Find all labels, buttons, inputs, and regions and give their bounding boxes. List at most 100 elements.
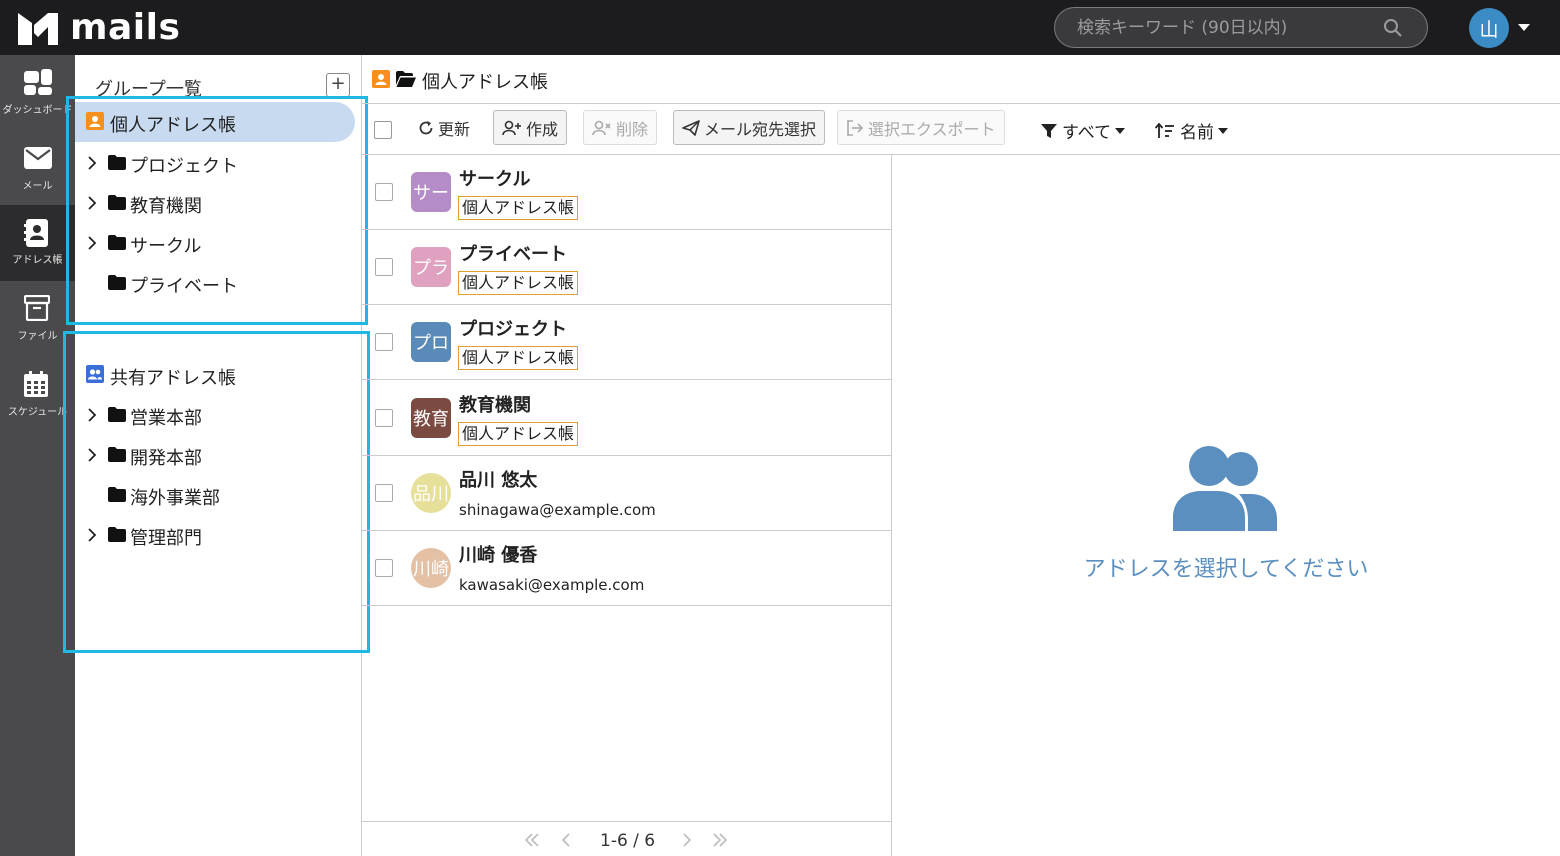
add-group-button[interactable]: + xyxy=(326,73,350,97)
nav-mail[interactable]: メール xyxy=(0,131,75,207)
folder-open-icon xyxy=(396,71,416,87)
nav-label: メール xyxy=(22,181,53,192)
page-info: 1-6 / 6 xyxy=(600,831,656,851)
user-avatar[interactable]: 山 xyxy=(1469,8,1509,48)
chevron-right-icon[interactable] xyxy=(87,447,97,463)
search-input[interactable] xyxy=(1077,8,1367,47)
nav-dashboard[interactable]: ダッシュボード xyxy=(0,55,75,131)
app-logo[interactable]: mails xyxy=(18,10,180,46)
app-name: mails xyxy=(70,7,181,48)
group-avatar: プロ xyxy=(411,322,451,362)
contacts-icon xyxy=(1173,446,1277,531)
list-item[interactable]: 品川 品川 悠太 shinagawa@example.com xyxy=(362,456,891,531)
chevron-right-icon[interactable] xyxy=(87,155,97,171)
chevron-right-icon[interactable] xyxy=(87,407,97,423)
tree-shared-addressbook[interactable]: 共有アドレス帳 xyxy=(75,355,362,395)
detail-panel: アドレスを選択してください xyxy=(892,155,1560,856)
tree-group-overseas[interactable]: 海外事業部 xyxy=(75,475,362,515)
remove-user-icon xyxy=(592,120,611,135)
row-checkbox[interactable] xyxy=(375,183,393,201)
mail-icon xyxy=(24,147,52,169)
tree-label: 海外事業部 xyxy=(130,488,220,509)
delete-button[interactable]: 削除 xyxy=(583,110,658,145)
nav-label: ファイル xyxy=(17,331,58,342)
personal-addressbook-icon xyxy=(372,70,390,88)
tree-personal-addressbook[interactable]: 個人アドレス帳 xyxy=(75,102,355,142)
tree-group-education[interactable]: 教育機関 xyxy=(75,183,362,223)
sort-dropdown[interactable]: 名前 xyxy=(1155,118,1228,143)
chevron-right-icon[interactable] xyxy=(87,195,97,211)
group-list-title: グループ一覧 xyxy=(95,79,202,100)
filter-label: すべて xyxy=(1062,123,1112,143)
nav-rail: ダッシュボード メール アドレス帳 ファイル スケジュール xyxy=(0,55,75,856)
list-item[interactable]: 川崎 川崎 優香 kawasaki@example.com xyxy=(362,531,891,606)
send-icon xyxy=(682,119,700,136)
first-page-icon[interactable] xyxy=(524,833,540,847)
addressbook-tag: 個人アドレス帳 xyxy=(458,346,579,370)
next-page-icon[interactable] xyxy=(682,833,692,847)
row-checkbox[interactable] xyxy=(375,559,393,577)
addressbook-tag: 個人アドレス帳 xyxy=(458,196,579,220)
archive-icon xyxy=(24,295,50,321)
prev-page-icon[interactable] xyxy=(561,833,571,847)
row-name: 教育機関 xyxy=(459,395,531,416)
tree-group-sales[interactable]: 営業本部 xyxy=(75,395,362,435)
caret-down-icon xyxy=(1218,127,1228,134)
list-item[interactable]: プロ プロジェクト 個人アドレス帳 xyxy=(362,305,891,380)
tree-group-project[interactable]: プロジェクト xyxy=(75,143,362,183)
nav-label: スケジュール xyxy=(7,407,68,418)
tree-group-private[interactable]: プライベート xyxy=(75,263,362,303)
tree-label: プライベート xyxy=(130,276,238,297)
nav-label: ダッシュボード xyxy=(2,105,73,116)
nav-addressbook[interactable]: アドレス帳 xyxy=(0,205,75,281)
list-item[interactable]: サー サークル 個人アドレス帳 xyxy=(362,155,891,230)
tree-label: 教育機関 xyxy=(130,196,202,217)
user-menu-caret-icon[interactable] xyxy=(1518,24,1530,31)
search-box[interactable] xyxy=(1054,7,1428,48)
delete-label: 削除 xyxy=(616,119,649,139)
row-email: kawasaki@example.com xyxy=(459,576,645,594)
row-name: プロジェクト xyxy=(459,319,567,340)
refresh-button[interactable]: 更新 xyxy=(410,110,478,145)
row-checkbox[interactable] xyxy=(375,258,393,276)
export-icon xyxy=(847,119,864,136)
tree-label: サークル xyxy=(130,236,202,257)
chevron-right-icon[interactable] xyxy=(87,527,97,543)
folder-icon xyxy=(108,527,126,542)
row-checkbox[interactable] xyxy=(375,409,393,427)
row-name: プライベート xyxy=(459,244,567,265)
row-checkbox[interactable] xyxy=(375,333,393,351)
tree-group-management[interactable]: 管理部門 xyxy=(75,515,362,555)
nav-schedule[interactable]: スケジュール xyxy=(0,357,75,433)
page-title: 個人アドレス帳 xyxy=(422,72,548,93)
select-all-checkbox[interactable] xyxy=(374,121,392,139)
filter-dropdown[interactable]: すべて xyxy=(1041,118,1126,143)
row-email: shinagawa@example.com xyxy=(459,501,656,519)
export-label: 選択エクスポート xyxy=(868,119,996,139)
create-button[interactable]: 作成 xyxy=(493,110,568,145)
select-recipient-label: メール宛先選択 xyxy=(704,119,817,139)
calendar-icon xyxy=(24,371,48,397)
list-item[interactable]: 教育 教育機関 個人アドレス帳 xyxy=(362,381,891,456)
tree-label: プロジェクト xyxy=(130,156,238,177)
list-item[interactable]: プラ プライベート 個人アドレス帳 xyxy=(362,230,891,305)
search-icon[interactable] xyxy=(1383,18,1403,38)
contact-avatar: 川崎 xyxy=(411,548,451,588)
tree-group-circle[interactable]: サークル xyxy=(75,223,362,263)
chevron-right-icon[interactable] xyxy=(87,235,97,251)
nav-files[interactable]: ファイル xyxy=(0,281,75,357)
content-header: 個人アドレス帳 xyxy=(362,55,1560,104)
select-recipient-button[interactable]: メール宛先選択 xyxy=(673,110,826,145)
folder-icon xyxy=(108,155,126,170)
export-button[interactable]: 選択エクスポート xyxy=(837,110,1005,145)
sort-icon xyxy=(1155,122,1174,138)
tree-label: 営業本部 xyxy=(130,408,202,429)
folder-icon xyxy=(108,195,126,210)
last-page-icon[interactable] xyxy=(712,833,728,847)
folder-icon xyxy=(108,447,126,462)
caret-down-icon xyxy=(1115,127,1126,134)
row-checkbox[interactable] xyxy=(375,484,393,502)
empty-state-message: アドレスを選択してください xyxy=(1083,557,1369,582)
tree-group-development[interactable]: 開発本部 xyxy=(75,435,362,475)
addressbook-tag: 個人アドレス帳 xyxy=(458,422,579,446)
